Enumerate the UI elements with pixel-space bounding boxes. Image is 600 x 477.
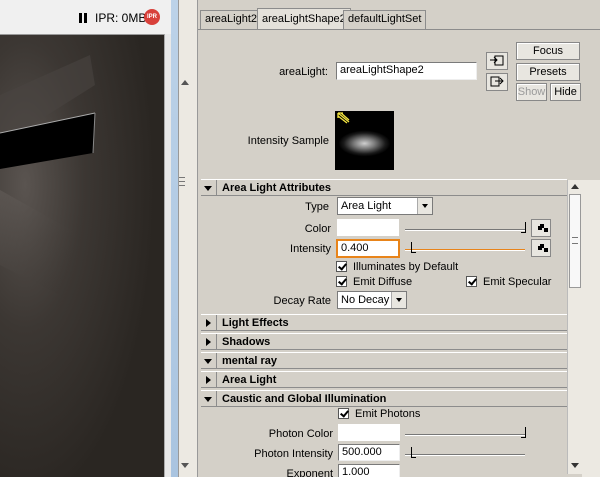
intensity-field[interactable]: 0.400 bbox=[336, 239, 400, 258]
intensity-map-button[interactable] bbox=[531, 239, 551, 257]
decay-rate-value: No Decay bbox=[341, 294, 390, 306]
photon-color-label: Photon Color bbox=[268, 428, 333, 440]
section-shadows[interactable]: Shadows bbox=[201, 333, 567, 350]
section-separator bbox=[216, 334, 217, 350]
attribute-editor: areaLight2 areaLightShape2 defaultLightS… bbox=[198, 0, 600, 477]
photon-intensity-label: Photon Intensity bbox=[254, 448, 333, 460]
slider-track bbox=[405, 249, 525, 251]
load-attributes-button[interactable] bbox=[486, 52, 508, 70]
expand-arrow-icon[interactable] bbox=[204, 186, 212, 191]
render-image bbox=[0, 34, 164, 477]
section-mental-ray[interactable]: mental ray bbox=[201, 352, 567, 369]
exponent-label: Exponent bbox=[286, 468, 333, 477]
emit-specular-label: Emit Specular bbox=[483, 276, 552, 288]
section-title: mental ray bbox=[222, 355, 278, 367]
editor-right-margin bbox=[582, 180, 600, 477]
type-label: Type bbox=[305, 201, 329, 213]
section-light-effects[interactable]: Light Effects bbox=[201, 314, 567, 331]
section-caustic-gi[interactable]: Caustic and Global Illumination bbox=[201, 390, 567, 407]
emit-photons-label: Emit Photons bbox=[355, 408, 421, 420]
render-view-toolbar: IPR: 0MB IPR bbox=[0, 0, 171, 34]
presets-button[interactable]: Presets bbox=[516, 63, 580, 81]
pause-icon[interactable] bbox=[79, 13, 87, 23]
intensity-sample-label: Intensity Sample bbox=[247, 135, 329, 147]
scrollbar-thumb[interactable] bbox=[569, 194, 581, 288]
section-area-light-attributes[interactable]: Area Light Attributes bbox=[201, 179, 567, 196]
copy-tab-icon bbox=[490, 76, 504, 87]
color-label: Color bbox=[304, 223, 331, 235]
ipr-memory-status: IPR: 0MB bbox=[95, 11, 147, 25]
show-button[interactable]: Show bbox=[516, 83, 547, 101]
decay-rate-label: Decay Rate bbox=[273, 295, 331, 307]
render-view-edge bbox=[164, 34, 171, 477]
expand-arrow-icon[interactable] bbox=[204, 397, 212, 402]
section-title: Area Light Attributes bbox=[222, 182, 331, 194]
tab-arealight2[interactable]: areaLight2 bbox=[200, 10, 262, 29]
tab-divider bbox=[198, 29, 600, 30]
emit-photons-checkbox[interactable] bbox=[338, 408, 349, 419]
section-title: Caustic and Global Illumination bbox=[222, 393, 387, 405]
collapse-arrow-icon[interactable] bbox=[206, 338, 211, 346]
slider-knob[interactable] bbox=[411, 242, 416, 253]
color-swatch[interactable] bbox=[337, 219, 399, 236]
slider-knob[interactable] bbox=[521, 427, 526, 438]
intensity-slider[interactable] bbox=[405, 239, 525, 256]
chevron-down-icon bbox=[417, 198, 432, 214]
tab-defaultlightset[interactable]: defaultLightSet bbox=[343, 10, 427, 29]
emit-specular-checkbox[interactable] bbox=[466, 276, 477, 287]
splitter-grip-icon[interactable] bbox=[179, 177, 185, 186]
section-separator bbox=[216, 180, 217, 196]
type-dropdown[interactable]: Area Light bbox=[337, 197, 433, 215]
focus-button[interactable]: Focus bbox=[516, 42, 580, 60]
attribute-editor-scrollbar[interactable] bbox=[567, 180, 582, 474]
slider-knob[interactable] bbox=[521, 222, 526, 233]
color-slider[interactable] bbox=[405, 219, 526, 236]
section-separator bbox=[216, 353, 217, 369]
photon-color-slider[interactable] bbox=[405, 424, 526, 441]
decay-rate-dropdown[interactable]: No Decay bbox=[337, 291, 407, 309]
section-separator bbox=[216, 391, 217, 407]
chevron-down-icon bbox=[391, 292, 406, 308]
load-attributes-icon bbox=[490, 55, 504, 66]
scroll-down-arrow-icon[interactable] bbox=[181, 463, 189, 468]
expand-arrow-icon[interactable] bbox=[204, 359, 212, 364]
section-title: Light Effects bbox=[222, 317, 289, 329]
node-name-label: areaLight: bbox=[279, 66, 328, 78]
slider-track bbox=[405, 434, 525, 436]
illuminates-by-default-checkbox[interactable] bbox=[336, 261, 347, 272]
collapse-arrow-icon[interactable] bbox=[206, 319, 211, 327]
intensity-sample-swatch bbox=[335, 111, 394, 170]
collapse-arrow-icon[interactable] bbox=[206, 376, 211, 384]
photon-intensity-field[interactable]: 500.000 bbox=[338, 444, 400, 461]
tab-arealightshape2[interactable]: areaLightShape2 bbox=[257, 8, 351, 29]
section-separator bbox=[216, 315, 217, 331]
window-gap bbox=[171, 0, 178, 477]
section-separator bbox=[216, 372, 217, 388]
illuminates-by-default-label: Illuminates by Default bbox=[353, 261, 459, 273]
panel-splitter[interactable] bbox=[178, 0, 198, 477]
photon-intensity-slider[interactable] bbox=[405, 444, 525, 461]
color-map-button[interactable] bbox=[531, 219, 551, 237]
hide-button[interactable]: Hide bbox=[550, 83, 581, 101]
slider-track bbox=[405, 229, 525, 231]
exponent-field[interactable]: 1.000 bbox=[338, 464, 400, 477]
section-area-light[interactable]: Area Light bbox=[201, 371, 567, 388]
render-view-panel: IPR: 0MB IPR bbox=[0, 0, 171, 477]
scroll-down-arrow-icon[interactable] bbox=[571, 463, 579, 468]
intensity-label: Intensity bbox=[290, 243, 331, 255]
section-title: Shadows bbox=[222, 336, 271, 348]
section-title: Area Light bbox=[222, 374, 277, 386]
photon-color-swatch[interactable] bbox=[338, 424, 400, 441]
node-name-field[interactable]: areaLightShape2 bbox=[336, 62, 477, 80]
ipr-render-icon[interactable]: IPR bbox=[144, 9, 160, 25]
area-light-icon bbox=[337, 112, 350, 124]
emit-diffuse-checkbox[interactable] bbox=[336, 276, 347, 287]
copy-tab-button[interactable] bbox=[486, 73, 508, 91]
emit-diffuse-label: Emit Diffuse bbox=[353, 276, 413, 288]
slider-knob[interactable] bbox=[411, 447, 416, 458]
type-value: Area Light bbox=[341, 200, 392, 212]
slider-track bbox=[405, 454, 525, 456]
scroll-up-arrow-icon[interactable] bbox=[181, 80, 189, 85]
scroll-up-arrow-icon[interactable] bbox=[571, 184, 579, 189]
